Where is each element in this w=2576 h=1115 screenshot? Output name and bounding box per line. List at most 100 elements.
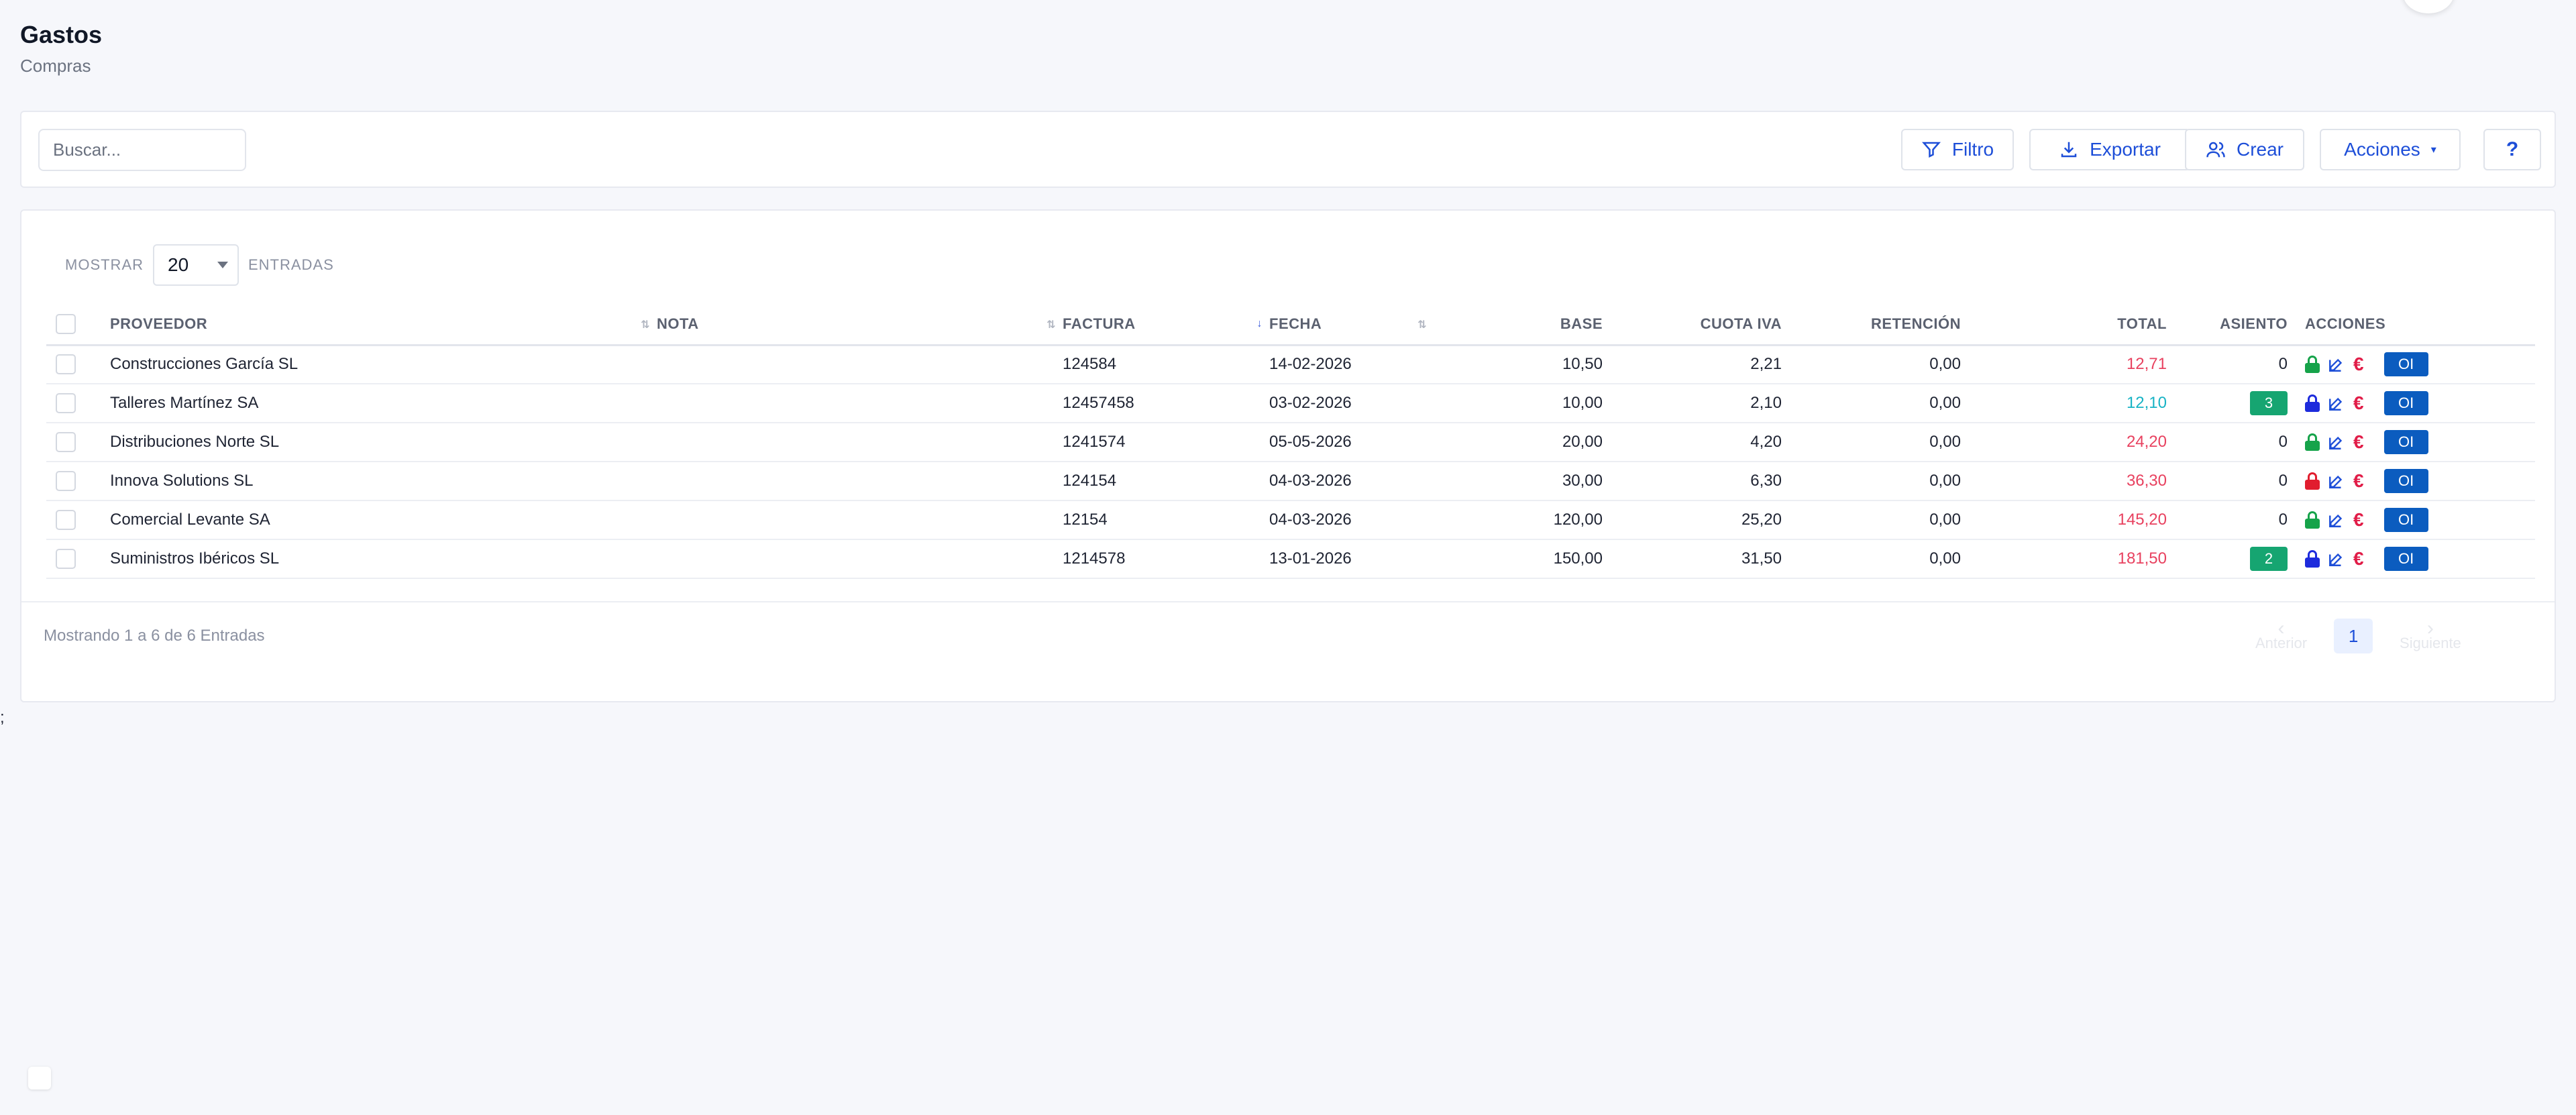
lock-icon[interactable] bbox=[2305, 550, 2320, 568]
help-button[interactable]: ? bbox=[2483, 129, 2541, 170]
row-checkbox[interactable] bbox=[56, 354, 76, 375]
cell-retencion: 0,00 bbox=[1782, 539, 1961, 579]
export-button[interactable]: Exportar bbox=[2029, 129, 2190, 170]
edit-icon[interactable] bbox=[2328, 394, 2345, 412]
cell-fecha: 04-03-2026 bbox=[1269, 500, 1434, 540]
table-row[interactable]: Distribuciones Norte SL 1241574 05-05-2026… bbox=[46, 423, 2535, 462]
lock-icon[interactable] bbox=[2305, 433, 2320, 451]
next-page-button[interactable]: › Siguiente bbox=[2400, 619, 2461, 651]
cell-proveedor: Innova Solutions SL bbox=[110, 462, 657, 501]
lock-icon[interactable] bbox=[2305, 472, 2320, 490]
floating-widget[interactable] bbox=[28, 1067, 51, 1090]
cell-total: 145,20 bbox=[1961, 500, 2167, 540]
page-subtitle: Compras bbox=[20, 56, 91, 76]
edit-icon[interactable] bbox=[2328, 356, 2345, 373]
oi-button[interactable]: OI bbox=[2383, 391, 2428, 415]
edit-icon[interactable] bbox=[2328, 433, 2345, 451]
cell-fecha: 13-01-2026 bbox=[1269, 539, 1434, 579]
euro-icon[interactable]: € bbox=[2353, 431, 2364, 453]
actions-dropdown[interactable]: Acciones ▾ bbox=[2320, 129, 2461, 170]
col-cuota-iva[interactable]: CUOTA IVA bbox=[1603, 305, 1782, 346]
entries-label: ENTRADAS bbox=[248, 256, 334, 273]
table-row[interactable]: Talleres Martínez SA 12457458 03-02-2026 10… bbox=[46, 384, 2535, 423]
asiento-badge[interactable]: 2 bbox=[2250, 547, 2288, 571]
table-row[interactable]: Suministros Ibéricos SL 1214578 13-01-2026… bbox=[46, 539, 2535, 579]
divider bbox=[21, 601, 2555, 602]
cell-proveedor: Construcciones García SL bbox=[110, 345, 657, 384]
cell-acciones: € OI bbox=[2288, 539, 2535, 579]
euro-icon[interactable]: € bbox=[2353, 548, 2364, 570]
oi-button[interactable]: OI bbox=[2383, 508, 2428, 532]
cell-nota bbox=[657, 384, 1063, 423]
lock-icon[interactable] bbox=[2305, 511, 2320, 529]
lock-icon[interactable] bbox=[2305, 356, 2320, 374]
page-number-button[interactable]: 1 bbox=[2334, 619, 2373, 653]
showing-entries-text: Mostrando 1 a 6 de 6 Entradas bbox=[44, 627, 265, 645]
search-input[interactable] bbox=[38, 129, 246, 171]
asiento-value: 0 bbox=[2278, 433, 2288, 451]
row-checkbox[interactable] bbox=[56, 393, 76, 413]
cell-total: 12,10 bbox=[1961, 384, 2167, 423]
oi-button[interactable]: OI bbox=[2383, 430, 2428, 454]
cell-acciones: € OI bbox=[2288, 384, 2535, 423]
row-checkbox[interactable] bbox=[56, 549, 76, 569]
create-button-label: Crear bbox=[2236, 139, 2284, 160]
col-base[interactable]: BASE bbox=[1434, 305, 1603, 346]
euro-icon[interactable]: € bbox=[2353, 509, 2364, 531]
cell-base: 10,00 bbox=[1434, 384, 1603, 423]
oi-button[interactable]: OI bbox=[2383, 469, 2428, 493]
row-checkbox[interactable] bbox=[56, 510, 76, 530]
create-button[interactable]: Crear bbox=[2185, 129, 2304, 170]
euro-icon[interactable]: € bbox=[2353, 470, 2364, 492]
expenses-table: PROVEEDOR ⇅ NOTA ⇅ FACTURA ↓ FECHA ⇅ BASE CU… bbox=[46, 305, 2535, 579]
euro-icon[interactable]: € bbox=[2353, 392, 2364, 414]
cell-factura: 12154 bbox=[1063, 500, 1269, 540]
row-checkbox[interactable] bbox=[56, 471, 76, 491]
cell-asiento: 0 bbox=[2167, 500, 2288, 540]
table-row[interactable]: Comercial Levante SA 12154 04-03-2026 120,0… bbox=[46, 500, 2535, 540]
col-proveedor[interactable]: PROVEEDOR ⇅ bbox=[110, 305, 657, 346]
cell-total: 181,50 bbox=[1961, 539, 2167, 579]
asiento-value: 0 bbox=[2278, 511, 2288, 529]
oi-button[interactable]: OI bbox=[2383, 352, 2428, 377]
cell-proveedor: Comercial Levante SA bbox=[110, 500, 657, 540]
table-row[interactable]: Innova Solutions SL 124154 04-03-2026 30,00… bbox=[46, 462, 2535, 501]
euro-icon[interactable]: € bbox=[2353, 354, 2364, 375]
cell-factura: 12457458 bbox=[1063, 384, 1269, 423]
cell-base: 150,00 bbox=[1434, 539, 1603, 579]
cell-retencion: 0,00 bbox=[1782, 345, 1961, 384]
prev-page-label: Anterior bbox=[2255, 635, 2308, 651]
prev-page-button[interactable]: ‹ Anterior bbox=[2255, 619, 2308, 651]
col-retencion[interactable]: RETENCIÓN bbox=[1782, 305, 1961, 346]
table-row[interactable]: Construcciones García SL 124584 14-02-2026… bbox=[46, 345, 2535, 384]
oi-button[interactable]: OI bbox=[2383, 547, 2428, 571]
cell-total: 24,20 bbox=[1961, 423, 2167, 462]
cell-retencion: 0,00 bbox=[1782, 462, 1961, 501]
col-asiento[interactable]: ASIENTO bbox=[2167, 305, 2288, 346]
filter-button[interactable]: Filtro bbox=[1901, 129, 2014, 170]
asiento-badge[interactable]: 3 bbox=[2250, 391, 2288, 415]
floating-circle-button[interactable] bbox=[2403, 0, 2454, 13]
cell-cuota-iva: 2,21 bbox=[1603, 345, 1782, 384]
cell-proveedor: Suministros Ibéricos SL bbox=[110, 539, 657, 579]
select-all-checkbox[interactable] bbox=[56, 314, 76, 335]
cell-base: 120,00 bbox=[1434, 500, 1603, 540]
edit-icon[interactable] bbox=[2328, 511, 2345, 529]
edit-icon[interactable] bbox=[2328, 472, 2345, 490]
col-factura[interactable]: FACTURA ↓ bbox=[1063, 305, 1269, 346]
page-size-select[interactable]: 20 bbox=[153, 244, 239, 286]
col-fecha[interactable]: FECHA ⇅ bbox=[1269, 305, 1434, 346]
cell-factura: 1241574 bbox=[1063, 423, 1269, 462]
cell-total: 12,71 bbox=[1961, 345, 2167, 384]
filter-button-label: Filtro bbox=[1951, 139, 1994, 160]
col-nota[interactable]: NOTA ⇅ bbox=[657, 305, 1063, 346]
export-button-label: Exportar bbox=[2090, 139, 2161, 160]
lock-icon[interactable] bbox=[2305, 394, 2320, 412]
cell-nota bbox=[657, 345, 1063, 384]
col-total[interactable]: TOTAL bbox=[1961, 305, 2167, 346]
cell-nota bbox=[657, 539, 1063, 579]
edit-icon[interactable] bbox=[2328, 550, 2345, 568]
download-icon bbox=[2061, 142, 2077, 158]
row-checkbox[interactable] bbox=[56, 432, 76, 452]
cell-factura: 124584 bbox=[1063, 345, 1269, 384]
